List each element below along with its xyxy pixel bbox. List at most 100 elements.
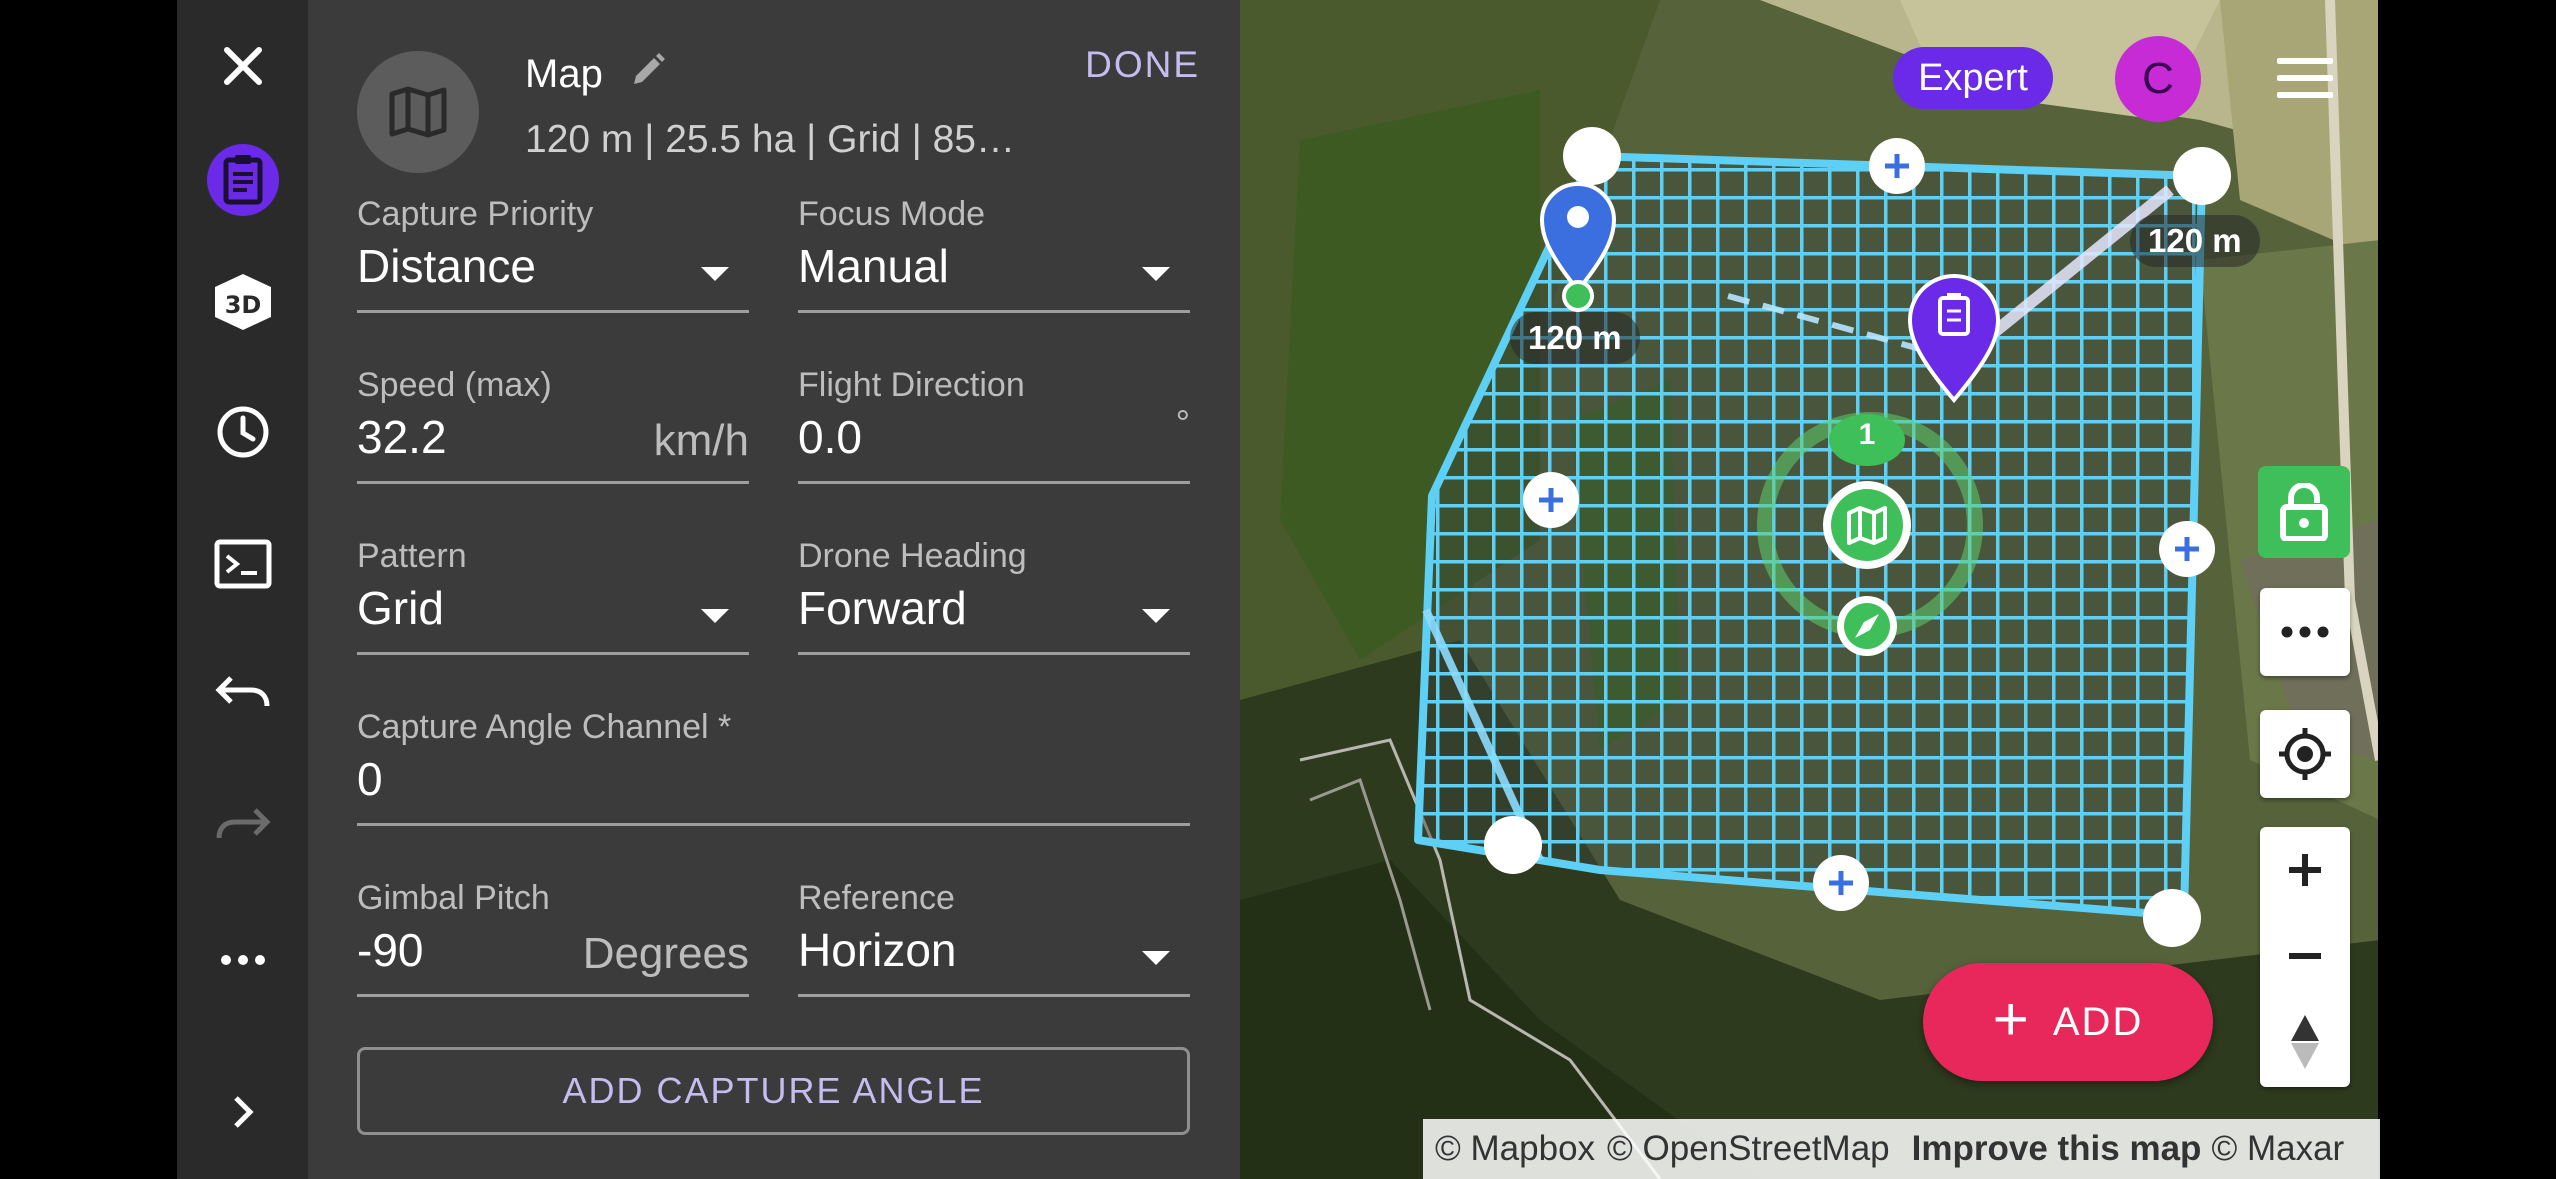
mission-icon xyxy=(206,144,279,216)
field-label: Capture Angle Channel * xyxy=(357,708,732,746)
field-value: Forward xyxy=(798,582,967,634)
improve-map-link[interactable]: Improve this map xyxy=(1912,1129,2202,1169)
expand-button[interactable] xyxy=(177,1062,308,1162)
field-underline xyxy=(357,823,1190,826)
edge-add-handle[interactable] xyxy=(1523,472,1579,528)
field-label: Gimbal Pitch xyxy=(357,879,550,917)
undo-button[interactable] xyxy=(177,644,308,744)
altitude-label: 120 m xyxy=(2130,215,2260,267)
expert-mode-badge[interactable]: Expert xyxy=(1893,47,2053,109)
field-unit: Degrees xyxy=(582,929,749,978)
field-label: Capture Priority xyxy=(357,195,594,233)
menu-button[interactable] xyxy=(2277,56,2337,100)
focus-mode-select[interactable]: Focus Mode Manual xyxy=(798,195,1190,313)
edit-title-button[interactable] xyxy=(628,50,668,95)
field-value: Manual xyxy=(798,240,949,292)
speed-field[interactable]: Speed (max) 32.2 km/h xyxy=(357,366,749,484)
mission-button[interactable] xyxy=(177,130,308,230)
edge-add-handle[interactable] xyxy=(2159,521,2215,577)
minus-icon xyxy=(2289,953,2321,959)
field-underline xyxy=(798,310,1190,313)
field-value: 0 xyxy=(357,753,383,805)
mission-title: Map xyxy=(525,52,603,96)
gimbal-pitch-field[interactable]: Gimbal Pitch -90 Degrees xyxy=(357,879,749,997)
flight-direction-field[interactable]: Flight Direction 0.0 ° xyxy=(798,366,1190,484)
add-button[interactable]: + ADD xyxy=(1923,963,2213,1081)
plus-icon: + xyxy=(1992,984,2031,1054)
lock-button[interactable] xyxy=(2258,466,2350,558)
field-unit: ° xyxy=(1175,402,1190,443)
compass-icon[interactable] xyxy=(1837,596,1897,656)
crosshair-icon xyxy=(2279,728,2331,780)
field-label: Pattern xyxy=(357,537,467,575)
altitude-label: 120 m xyxy=(1510,312,1640,364)
menu-icon xyxy=(2277,75,2333,81)
field-value: Distance xyxy=(357,240,536,292)
redo-button[interactable] xyxy=(177,776,308,876)
pattern-select[interactable]: Pattern Grid xyxy=(357,537,749,655)
field-unit: km/h xyxy=(653,416,749,465)
field-label: Flight Direction xyxy=(798,366,1025,404)
drone-heading-select[interactable]: Drone Heading Forward xyxy=(798,537,1190,655)
field-underline xyxy=(798,481,1190,484)
field-value: 32.2 xyxy=(357,411,447,463)
chevron-down-icon xyxy=(701,267,729,281)
chevron-right-icon xyxy=(233,1096,254,1128)
chevron-down-icon xyxy=(1142,267,1170,281)
field-value: Grid xyxy=(357,582,444,634)
field-label: Drone Heading xyxy=(798,537,1027,575)
zoom-out-button[interactable] xyxy=(2260,913,2350,999)
history-button[interactable] xyxy=(177,382,308,482)
map-more-button[interactable] xyxy=(2260,588,2350,676)
openstreetmap-link[interactable]: © OpenStreetMap xyxy=(1607,1129,1890,1169)
field-value: -90 xyxy=(357,924,424,976)
add-label: ADD xyxy=(2052,999,2144,1044)
chevron-down-icon xyxy=(1142,609,1170,623)
add-capture-angle-button[interactable]: ADD CAPTURE ANGLE xyxy=(357,1047,1190,1135)
edge-add-handle[interactable] xyxy=(1869,138,1925,194)
terminal-button[interactable] xyxy=(177,514,308,614)
terminal-icon xyxy=(214,539,271,589)
map-avatar xyxy=(357,51,479,173)
capture-angle-channel-field[interactable]: Capture Angle Channel * 0 xyxy=(357,708,1190,826)
chevron-down-icon xyxy=(1142,951,1170,965)
3d-icon: 3D xyxy=(214,274,271,330)
divider xyxy=(2378,0,2380,1179)
field-label: Reference xyxy=(798,879,955,917)
field-underline xyxy=(357,652,749,655)
my-location-button[interactable] xyxy=(2260,710,2350,798)
waypoint-number: 1 xyxy=(1858,418,1876,451)
close-button[interactable] xyxy=(177,16,308,116)
more-icon xyxy=(220,955,265,965)
user-avatar[interactable]: C xyxy=(2115,36,2201,122)
more-button[interactable] xyxy=(177,910,308,1010)
redo-icon xyxy=(216,808,271,839)
chevron-down-icon xyxy=(701,609,729,623)
close-icon xyxy=(223,47,262,85)
pencil-icon xyxy=(634,53,665,84)
maxar-link[interactable]: © Maxar xyxy=(2211,1129,2344,1169)
plus-icon xyxy=(2289,854,2321,886)
field-underline xyxy=(357,310,749,313)
clock-icon xyxy=(217,406,268,458)
more-icon xyxy=(2281,626,2329,638)
done-button[interactable]: DONE xyxy=(1085,44,1200,86)
mapbox-link[interactable]: © Mapbox xyxy=(1435,1129,1595,1169)
map-icon xyxy=(389,86,447,138)
compass-reset-button[interactable] xyxy=(2260,999,2350,1085)
zoom-in-button[interactable] xyxy=(2260,827,2350,913)
3d-view-button[interactable]: 3D xyxy=(177,252,308,352)
field-label: Speed (max) xyxy=(357,366,552,404)
map-view[interactable]: 1 120 m 120 m Expert C + ADD © Mapbox © … xyxy=(1240,0,2380,1179)
app-frame: 3D Map 120 m | 25.5 ha | Grid | 85… DONE… xyxy=(0,0,2556,1179)
field-underline xyxy=(357,481,749,484)
mission-settings-panel: Map 120 m | 25.5 ha | Grid | 85… DONE Ca… xyxy=(308,0,1240,1179)
reference-select[interactable]: Reference Horizon xyxy=(798,879,1190,997)
field-underline xyxy=(798,994,1190,997)
north-arrow-icon xyxy=(2291,1015,2319,1069)
field-underline xyxy=(357,994,749,997)
svg-text:3D: 3D xyxy=(224,291,261,319)
capture-priority-select[interactable]: Capture Priority Distance xyxy=(357,195,749,313)
menu-icon xyxy=(2277,92,2333,98)
edge-add-handle[interactable] xyxy=(1813,855,1869,911)
